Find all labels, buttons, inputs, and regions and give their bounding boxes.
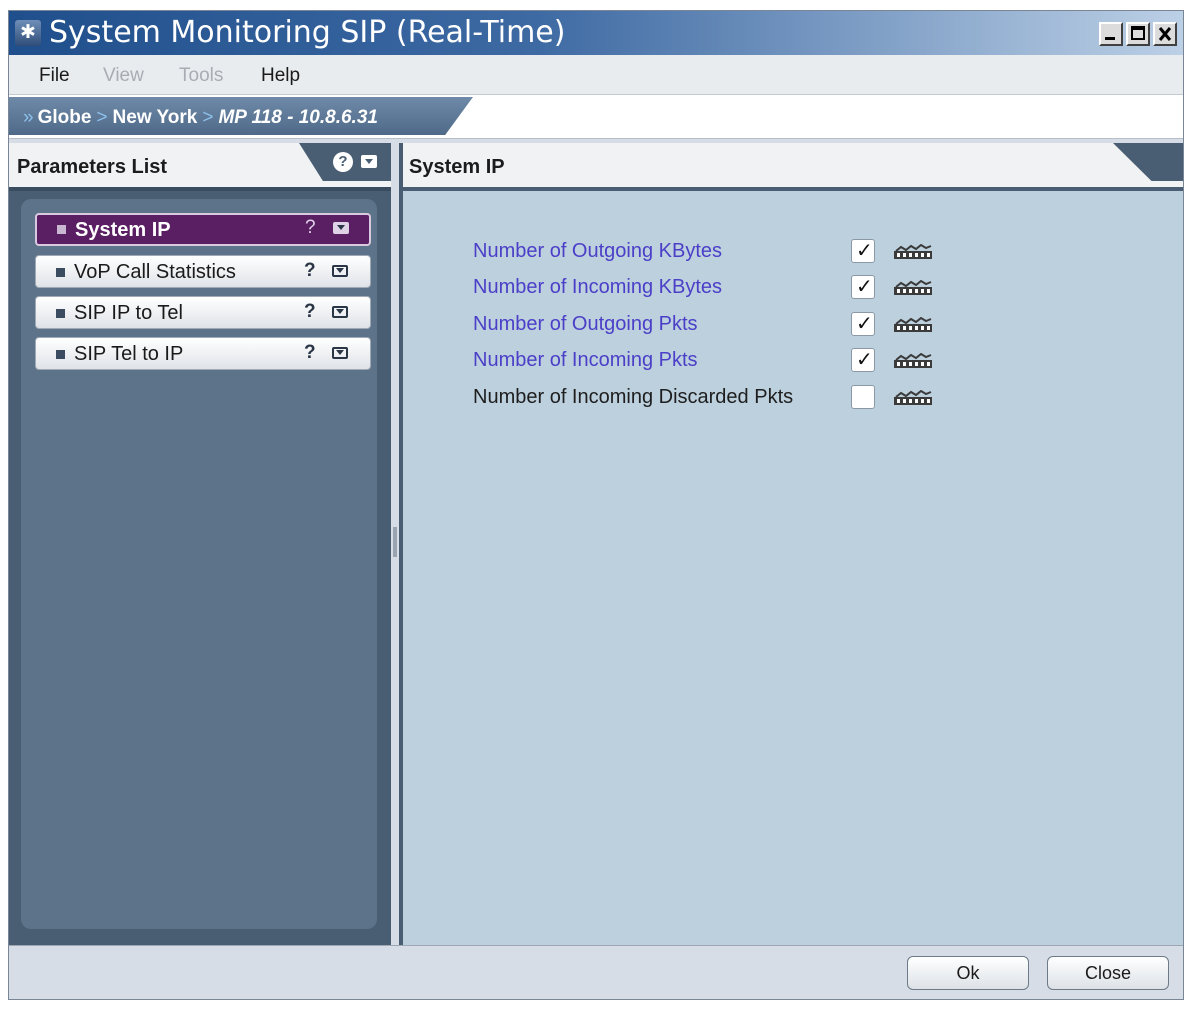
- breadcrumb-bar: » Globe > New York > MP 118 - 10.8.6.31: [9, 95, 1183, 139]
- parameter-item-system-ip[interactable]: System IP ?: [35, 213, 371, 246]
- dropdown-menu-icon[interactable]: [333, 222, 349, 234]
- dialog-button-bar: Ok Close: [9, 945, 1183, 999]
- parameter-checkbox[interactable]: ✓: [851, 312, 875, 336]
- breadcrumb-new-york[interactable]: New York: [113, 107, 198, 129]
- checkmark-icon: ✓: [856, 276, 873, 298]
- main-window: ✱ System Monitoring SIP (Real-Time) File…: [8, 10, 1184, 1000]
- parameter-row: Number of Incoming Discarded Pkts: [473, 383, 993, 413]
- parameter-item-label: System IP: [75, 219, 171, 241]
- breadcrumb-device[interactable]: MP 118 - 10.8.6.31: [218, 107, 378, 129]
- minimize-button[interactable]: [1099, 22, 1123, 46]
- system-ip-panel: System IP Number of Outgoing KBytes ✓ Nu…: [399, 143, 1183, 945]
- maximize-icon: [1131, 26, 1145, 40]
- help-icon[interactable]: ?: [304, 260, 316, 282]
- breadcrumb-lead-icon: »: [23, 107, 34, 128]
- bullet-icon: [56, 309, 65, 318]
- parameter-label: Number of Incoming Pkts: [473, 349, 698, 371]
- close-window-button[interactable]: [1153, 22, 1177, 46]
- parameter-item-label: VoP Call Statistics: [74, 261, 236, 283]
- parameters-list-header: Parameters List ?: [9, 143, 391, 191]
- panel-header-tab: [1113, 143, 1183, 181]
- parameter-row: Number of Outgoing Pkts ✓: [473, 310, 993, 340]
- parameter-row: Number of Incoming KBytes ✓: [473, 273, 993, 303]
- title-bar[interactable]: ✱ System Monitoring SIP (Real-Time): [9, 11, 1183, 55]
- graph-icon[interactable]: [893, 353, 933, 369]
- help-icon[interactable]: ?: [305, 217, 316, 239]
- parameters-list-panel: Parameters List ? System IP ? VoP Call S…: [9, 143, 391, 945]
- ok-button[interactable]: Ok: [907, 956, 1029, 990]
- parameter-row: Number of Incoming Pkts ✓: [473, 346, 993, 376]
- menu-file[interactable]: File: [39, 65, 70, 87]
- graph-icon[interactable]: [893, 244, 933, 260]
- parameter-checkbox[interactable]: [851, 385, 875, 409]
- parameter-checkbox[interactable]: ✓: [851, 275, 875, 299]
- checkmark-icon: ✓: [856, 313, 873, 335]
- parameters-list: System IP ? VoP Call Statistics ? SIP IP…: [21, 199, 377, 929]
- dropdown-menu-icon[interactable]: [332, 347, 348, 359]
- menu-help[interactable]: Help: [261, 65, 300, 87]
- help-icon[interactable]: ?: [333, 152, 353, 172]
- breadcrumb-separator: >: [96, 107, 108, 128]
- help-icon[interactable]: ?: [304, 342, 316, 364]
- parameter-label: Number of Outgoing Pkts: [473, 313, 698, 335]
- checkmark-icon: ✓: [856, 349, 873, 371]
- help-icon[interactable]: ?: [304, 301, 316, 323]
- dropdown-menu-icon[interactable]: [361, 155, 377, 168]
- parameter-item-vop-call-statistics[interactable]: VoP Call Statistics ?: [35, 255, 371, 288]
- parameter-item-sip-tel-to-ip[interactable]: SIP Tel to IP ?: [35, 337, 371, 370]
- bullet-icon: [57, 225, 66, 234]
- window-title: System Monitoring SIP (Real-Time): [49, 15, 566, 50]
- dropdown-menu-icon[interactable]: [332, 306, 348, 318]
- app-gear-icon: ✱: [15, 20, 41, 46]
- graph-icon[interactable]: [893, 280, 933, 296]
- graph-icon[interactable]: [893, 317, 933, 333]
- menu-view[interactable]: View: [103, 65, 144, 87]
- parameter-checkbox[interactable]: ✓: [851, 348, 875, 372]
- breadcrumb-globe[interactable]: Globe: [38, 107, 92, 129]
- breadcrumb-separator: >: [202, 107, 214, 128]
- checkmark-icon: ✓: [856, 240, 873, 262]
- bullet-icon: [56, 350, 65, 359]
- dropdown-menu-icon[interactable]: [332, 265, 348, 277]
- parameter-label: Number of Incoming Discarded Pkts: [473, 386, 794, 408]
- breadcrumb: » Globe > New York > MP 118 - 10.8.6.31: [9, 97, 473, 135]
- menu-bar: File View Tools Help: [9, 55, 1183, 95]
- bullet-icon: [56, 268, 65, 277]
- menu-tools[interactable]: Tools: [179, 65, 223, 87]
- panel-splitter[interactable]: [391, 143, 399, 945]
- system-ip-title: System IP: [409, 156, 505, 178]
- parameter-item-sip-ip-to-tel[interactable]: SIP IP to Tel ?: [35, 296, 371, 329]
- maximize-button[interactable]: [1126, 22, 1150, 46]
- splitter-grip-icon[interactable]: [393, 527, 397, 557]
- close-icon: [1158, 27, 1172, 41]
- window-controls: [1099, 22, 1177, 46]
- parameter-row: Number of Outgoing KBytes ✓: [473, 237, 993, 267]
- close-button[interactable]: Close: [1047, 956, 1169, 990]
- parameter-item-label: SIP Tel to IP: [74, 343, 184, 365]
- parameter-label: Number of Outgoing KBytes: [473, 240, 723, 262]
- parameters-list-tab: ?: [299, 143, 391, 181]
- minimize-icon: [1105, 37, 1115, 40]
- parameter-label: Number of Incoming KBytes: [473, 276, 722, 298]
- system-ip-header: System IP: [403, 143, 1183, 191]
- parameters-list-title: Parameters List: [17, 156, 168, 178]
- parameter-checkbox[interactable]: ✓: [851, 239, 875, 263]
- parameter-item-label: SIP IP to Tel: [74, 302, 183, 324]
- graph-icon[interactable]: [893, 390, 933, 406]
